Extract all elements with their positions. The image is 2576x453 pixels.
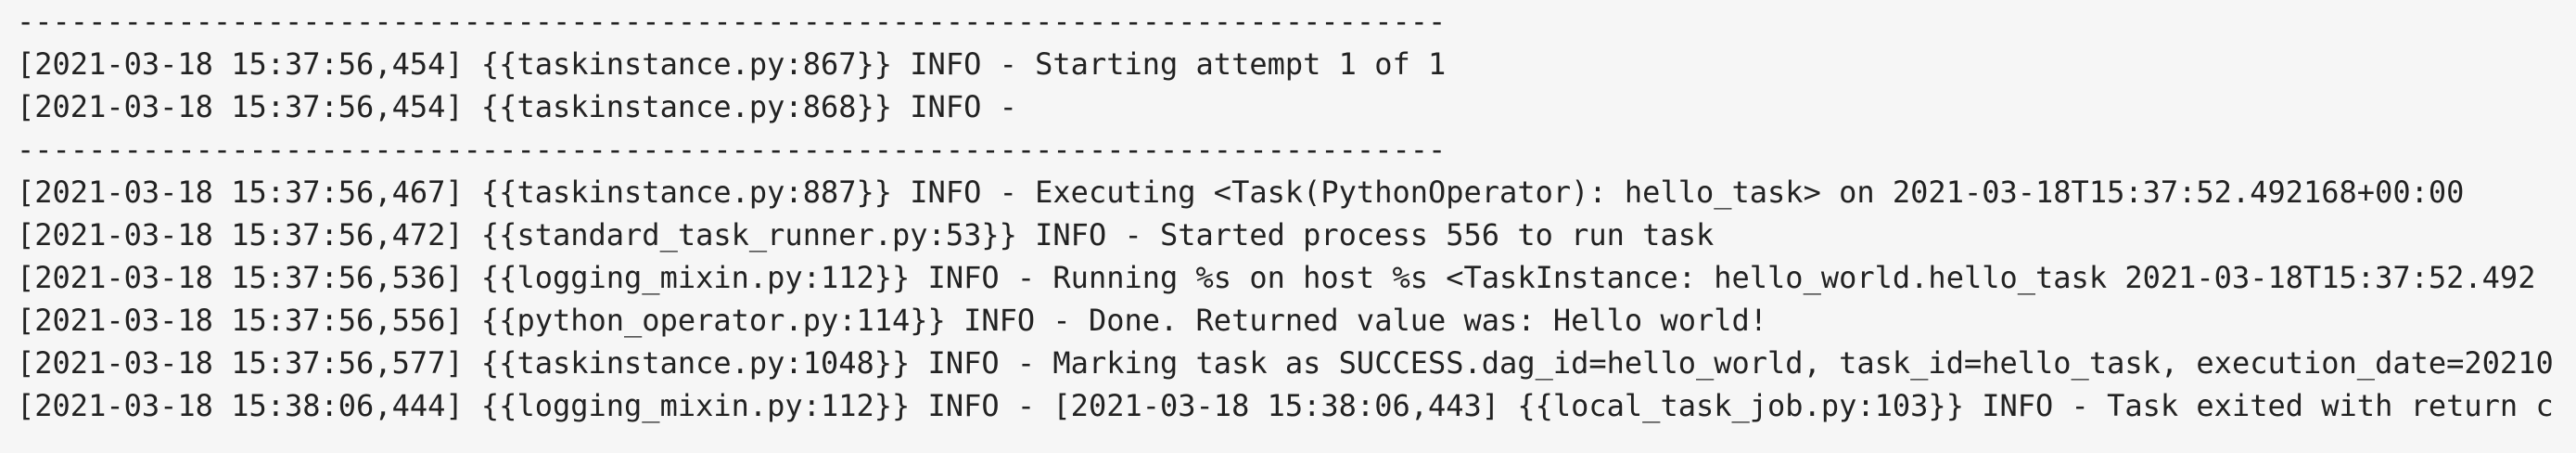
log-line: [2021-03-18 15:37:56,472] {{standard_tas… [17, 217, 1715, 252]
log-line: [2021-03-18 15:37:56,454] {{taskinstance… [17, 89, 1036, 124]
log-separator-line: ----------------------------------------… [17, 132, 1447, 167]
log-line: [2021-03-18 15:38:06,444] {{logging_mixi… [17, 388, 2554, 423]
log-line: [2021-03-18 15:37:56,536] {{logging_mixi… [17, 260, 2536, 295]
log-line: [2021-03-18 15:37:56,467] {{taskinstance… [17, 175, 2465, 210]
log-viewer: ----------------------------------------… [0, 0, 2576, 453]
log-separator-line: ----------------------------------------… [17, 4, 1447, 39]
log-line: [2021-03-18 15:37:56,454] {{taskinstance… [17, 46, 1447, 82]
log-content: ----------------------------------------… [17, 0, 2554, 427]
log-line: [2021-03-18 15:37:56,556] {{python_opera… [17, 303, 1768, 338]
log-line: [2021-03-18 15:37:56,577] {{taskinstance… [17, 345, 2554, 381]
